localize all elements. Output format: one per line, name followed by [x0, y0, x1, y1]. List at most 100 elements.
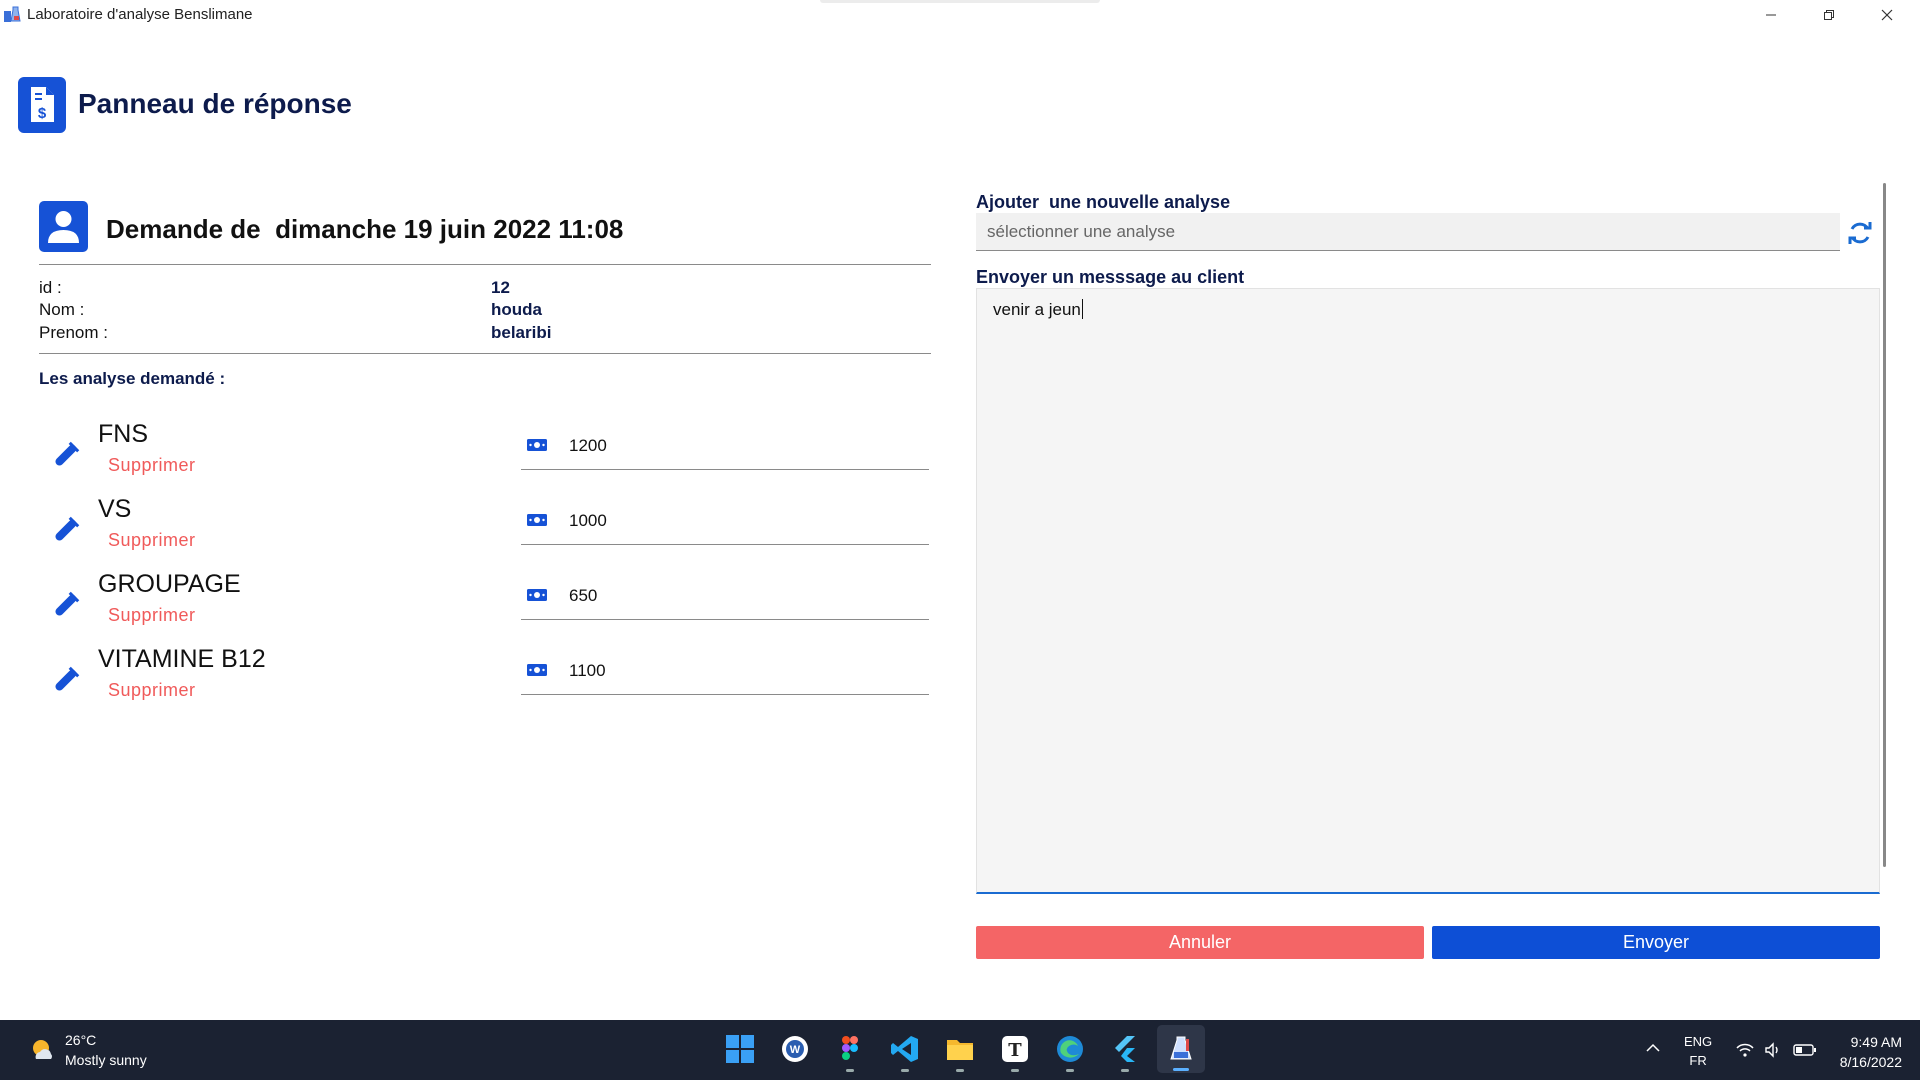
request-title: Demande de dimanche 19 juin 2022 11:08 [106, 214, 623, 245]
user-icon [39, 201, 88, 252]
analyses-section-label: Les analyse demandé : [39, 369, 226, 388]
taskbar-app-w[interactable]: W [778, 1032, 812, 1066]
chevron-up-icon[interactable] [1645, 1040, 1661, 1058]
volume-icon[interactable] [1763, 1040, 1783, 1060]
text-caret [1081, 299, 1083, 319]
svg-text:T: T [1008, 1040, 1022, 1061]
list-item: VS Supprimer 1000 [39, 495, 929, 565]
test-tube-icon [55, 591, 80, 616]
list-item: VITAMINE B12 Supprimer 1100 [39, 645, 929, 715]
taskbar-flutter[interactable] [1108, 1032, 1142, 1072]
lab-app-icon [1170, 1036, 1192, 1060]
typora-icon: T [1002, 1036, 1028, 1062]
running-indicator [846, 1069, 854, 1072]
scrollbar[interactable] [1883, 183, 1886, 867]
taskbar-lab-app[interactable] [1157, 1025, 1205, 1073]
svg-text:$: $ [38, 105, 47, 122]
lab-app-icon [4, 6, 21, 22]
delete-analyse-button[interactable]: Supprimer [108, 680, 196, 701]
folder-icon [947, 1040, 973, 1060]
divider [39, 353, 931, 354]
snap-indicator [820, 0, 1100, 3]
delete-analyse-button[interactable]: Supprimer [108, 605, 196, 626]
taskbar-typora[interactable]: T [998, 1032, 1032, 1072]
prenom-label: Prenom : [39, 323, 108, 342]
nom-value: houda [491, 300, 542, 319]
price-underline [521, 469, 929, 470]
analyse-select[interactable]: sélectionner une analyse [976, 213, 1840, 251]
price-underline [521, 544, 929, 545]
test-tube-icon [55, 666, 80, 691]
analyse-name: FNS [98, 420, 148, 448]
taskbar: 26°C Mostly sunny W T ENG FR 9:49 AM 8/1… [0, 1020, 1920, 1080]
price-underline [521, 694, 929, 695]
running-indicator [1011, 1069, 1019, 1072]
svg-text:W: W [790, 1044, 801, 1056]
running-indicator [1121, 1069, 1129, 1072]
language-indicator[interactable]: ENG FR [1684, 1032, 1712, 1070]
running-indicator [1066, 1069, 1074, 1072]
message-label: Envoyer un messsage au client [976, 267, 1245, 287]
divider [39, 264, 931, 265]
cancel-button[interactable]: Annuler [976, 926, 1424, 959]
running-indicator [901, 1069, 909, 1072]
clock-time: 9:49 AM [1850, 1034, 1902, 1050]
analyse-price: 1200 [569, 436, 607, 455]
message-text: venir a jeun [993, 300, 1081, 319]
message-textarea[interactable]: venir a jeun [976, 288, 1880, 894]
flutter-icon [1115, 1036, 1135, 1062]
taskbar-vscode[interactable] [888, 1032, 922, 1072]
wifi-icon[interactable] [1735, 1040, 1755, 1060]
taskbar-file-explorer[interactable] [943, 1032, 977, 1072]
invoice-icon: $ [18, 77, 66, 133]
sun-icon[interactable] [28, 1035, 58, 1065]
list-item: GROUPAGE Supprimer 650 [39, 570, 929, 640]
language-bottom: FR [1689, 1053, 1707, 1068]
close-icon [1881, 9, 1893, 21]
price-underline [521, 619, 929, 620]
analyse-select-placeholder: sélectionner une analyse [987, 222, 1176, 241]
weather-temperature: 26°C [65, 1032, 97, 1048]
battery-icon[interactable] [1793, 1040, 1817, 1060]
delete-analyse-button[interactable]: Supprimer [108, 530, 196, 551]
vscode-icon [891, 1036, 918, 1062]
analyse-name: GROUPAGE [98, 570, 241, 598]
analyse-price: 1100 [569, 661, 606, 680]
minimize-icon [1766, 14, 1776, 16]
banknote-icon [527, 439, 547, 451]
list-item: FNS Supprimer 1200 [39, 420, 929, 490]
taskbar-edge[interactable] [1053, 1032, 1087, 1072]
test-tube-icon [55, 441, 80, 466]
delete-analyse-button[interactable]: Supprimer [108, 455, 196, 476]
minimize-button[interactable] [1742, 0, 1800, 30]
edge-icon [1057, 1036, 1083, 1062]
restore-icon [1824, 10, 1834, 20]
running-indicator [956, 1069, 964, 1072]
close-button[interactable] [1858, 0, 1916, 30]
analyse-name: VS [98, 495, 132, 523]
windows-start-button[interactable] [723, 1032, 757, 1066]
figma-icon [842, 1036, 858, 1060]
restore-button[interactable] [1800, 0, 1858, 30]
add-analyse-label: Ajouter une nouvelle analyse [976, 192, 1231, 212]
active-indicator [1173, 1068, 1189, 1071]
analyse-price: 650 [569, 586, 598, 605]
title-bar: Laboratoire d'analyse Benslimane [0, 0, 1920, 30]
page-title: Panneau de réponse [78, 88, 352, 119]
nom-label: Nom : [39, 300, 85, 319]
analyse-name: VITAMINE B12 [98, 645, 266, 673]
id-value: 12 [491, 278, 510, 297]
refresh-icon[interactable] [1847, 220, 1873, 246]
taskbar-figma[interactable] [833, 1032, 867, 1072]
system-clock[interactable]: 9:49 AM 8/16/2022 [1830, 1032, 1902, 1072]
clock-date: 8/16/2022 [1839, 1054, 1902, 1070]
prenom-value: belaribi [491, 323, 552, 342]
banknote-icon [527, 664, 547, 676]
windows-icon [726, 1035, 754, 1063]
analyse-price: 1000 [569, 511, 607, 530]
banknote-icon [527, 514, 547, 526]
id-label: id : [39, 278, 62, 297]
test-tube-icon [55, 516, 80, 541]
w-app-icon: W [782, 1036, 808, 1062]
send-button[interactable]: Envoyer [1432, 926, 1880, 959]
